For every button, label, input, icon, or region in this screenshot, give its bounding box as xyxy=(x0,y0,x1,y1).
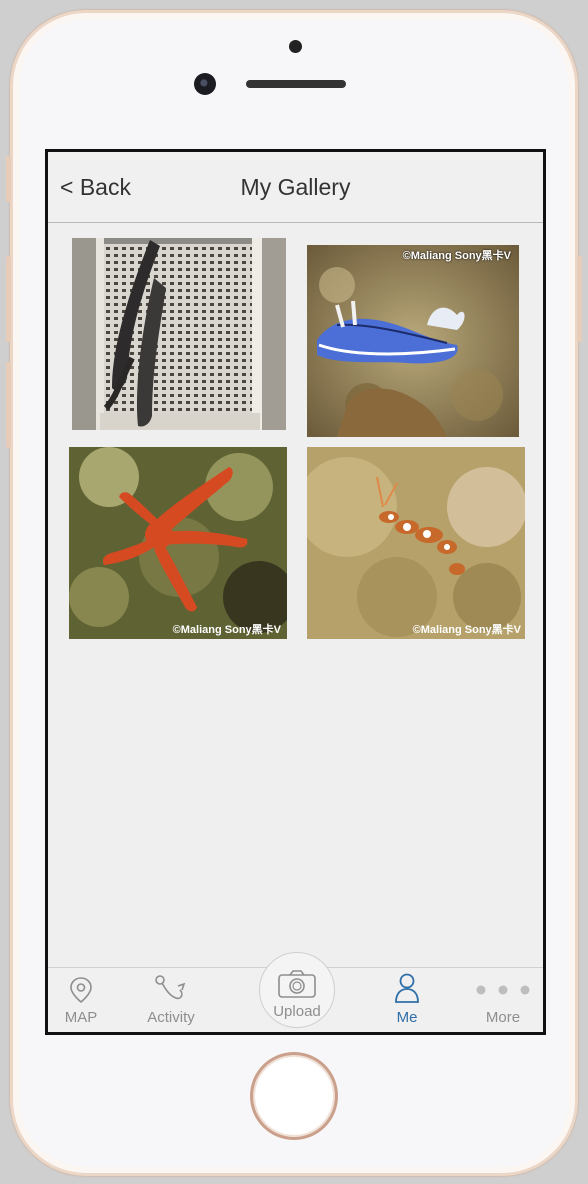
activity-icon xyxy=(155,975,186,1000)
starfish-photo-image: ©Maliang Sony黑卡V xyxy=(69,447,287,639)
tab-activity[interactable]: Activity xyxy=(126,970,216,1026)
shrimp-photo-image: ©Maliang Sony黑卡V xyxy=(307,447,525,639)
tab-map[interactable]: MAP xyxy=(48,970,126,1026)
tab-more-label: More xyxy=(485,1009,521,1026)
more-dots-icon xyxy=(476,985,530,995)
tab-map-label: MAP xyxy=(64,1009,98,1026)
camera-icon xyxy=(278,970,316,998)
photo-watermark: ©Maliang Sony黑卡V xyxy=(173,622,282,636)
app-screen: < Back My Gallery ©Maliang Sony黑卡V ©Mali… xyxy=(45,149,546,1035)
navigation-bar: < Back My Gallery xyxy=(48,152,543,223)
volume-down-button xyxy=(6,362,11,448)
tab-upload-label: Upload xyxy=(273,1003,321,1020)
tab-me-label: Me xyxy=(396,1009,418,1026)
mute-switch xyxy=(6,156,11,202)
gallery-photo-4[interactable]: ©Maliang Sony黑卡V xyxy=(307,447,525,639)
photo-watermark: ©Maliang Sony黑卡V xyxy=(403,248,512,262)
map-pin-icon xyxy=(70,977,92,1004)
page-title: My Gallery xyxy=(240,174,351,200)
front-camera xyxy=(194,73,216,95)
tab-more[interactable]: More xyxy=(458,970,543,1026)
photo-watermark: ©Maliang Sony黑卡V xyxy=(413,622,522,636)
home-button[interactable] xyxy=(250,1052,338,1140)
gallery-photo-2[interactable]: ©Maliang Sony黑卡V xyxy=(307,245,519,437)
earpiece-speaker xyxy=(246,80,346,88)
upload-button[interactable]: Upload xyxy=(259,952,335,1028)
tab-activity-label: Activity xyxy=(147,1009,195,1026)
volume-up-button xyxy=(6,256,11,342)
nudibranch-photo-image: ©Maliang Sony黑卡V xyxy=(307,245,519,437)
power-button xyxy=(577,256,582,342)
tab-me[interactable]: Me xyxy=(362,970,452,1026)
proximity-sensor xyxy=(289,40,302,53)
gallery-photo-1[interactable] xyxy=(72,238,286,430)
eels-photo-image xyxy=(72,238,286,430)
person-icon xyxy=(395,973,419,1003)
gallery-photo-3[interactable]: ©Maliang Sony黑卡V xyxy=(69,447,287,639)
tab-bar: MAP Activity Upload Me More xyxy=(48,952,543,1032)
